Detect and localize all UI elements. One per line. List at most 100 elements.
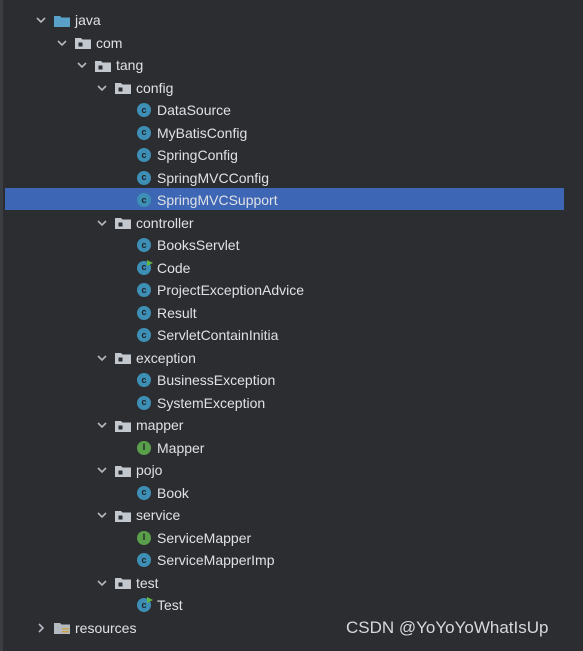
interface-icon: I (137, 440, 151, 455)
icon-glyph: c (141, 487, 147, 497)
class-icon: c (137, 238, 151, 252)
chevron-down-icon[interactable] (95, 576, 109, 590)
package-folder-icon (115, 418, 131, 432)
tree-item-label: resources (75, 619, 137, 636)
tree-item-label: java (75, 12, 101, 28)
icon-glyph: c (141, 329, 147, 340)
interface-icon: I (137, 530, 151, 545)
class-icon: c (137, 395, 151, 410)
tree-row-service[interactable]: service (0, 503, 583, 525)
tree-row-businessexception[interactable]: c BusinessException (0, 368, 583, 390)
chevron-down-icon[interactable] (34, 13, 48, 27)
tree-row-com[interactable]: com (0, 31, 583, 53)
class-icon: c (137, 305, 151, 320)
icon-glyph: I (142, 532, 146, 542)
tree-item-label: pojo (136, 462, 163, 478)
tree-row-book[interactable]: c Book (0, 481, 583, 503)
class-icon: c (137, 193, 151, 207)
tree-row-test[interactable]: test (0, 571, 583, 593)
tree-row-mybatisconfig[interactable]: c MyBatisConfig (0, 121, 583, 143)
tree-row-springmvcsupport[interactable]: c SpringMVCSupport (0, 188, 583, 210)
tree-row-servicemapperimp[interactable]: c ServiceMapperImp (0, 548, 583, 570)
tree-item-label: MyBatisConfig (157, 124, 248, 141)
tree-row-java[interactable]: java (0, 8, 583, 30)
icon-glyph: I (142, 442, 146, 452)
tree-row-booksservlet[interactable]: c BooksServlet (0, 233, 583, 255)
tree-item-label: controller (136, 214, 194, 231)
tree-item-label: ServiceMapperImp (157, 552, 275, 568)
tree-item-label: BooksServlet (157, 237, 240, 253)
icon-glyph: c (141, 149, 147, 160)
icon-glyph: c (141, 307, 147, 317)
icon-glyph: c (141, 374, 147, 385)
icon-glyph: c (141, 104, 147, 115)
package-folder-icon (115, 351, 131, 365)
chevron-down-icon[interactable] (95, 216, 109, 230)
package-folder-icon (115, 576, 131, 590)
class-icon: c (137, 328, 151, 342)
package-folder-icon (115, 216, 131, 230)
package-folder-icon (115, 81, 131, 95)
tree-item-label: BusinessException (157, 372, 276, 388)
tree-row-tang[interactable]: tang (0, 53, 583, 75)
tree-row-controller[interactable]: controller (0, 211, 583, 233)
run-marker-icon (147, 259, 153, 266)
tree-row-springmvcconfig[interactable]: c SpringMVCConfig (0, 166, 583, 188)
tree-item-label: test (136, 574, 159, 591)
package-folder-icon (75, 36, 91, 50)
chevron-down-icon[interactable] (75, 58, 89, 72)
chevron-down-icon[interactable] (95, 508, 109, 522)
tree-item-label: Mapper (157, 439, 205, 456)
class-icon: c (137, 125, 151, 140)
tree-item-label: Result (157, 304, 197, 321)
class-icon: c (137, 485, 151, 500)
package-folder-icon (115, 463, 131, 477)
tree-row-exception[interactable]: exception (0, 346, 583, 368)
tree-row-systemexception[interactable]: c SystemException (0, 391, 583, 413)
chevron-down-icon[interactable] (95, 351, 109, 365)
tree-row-springconfig[interactable]: c SpringConfig (0, 143, 583, 165)
tree-item-label: SpringConfig (157, 147, 238, 163)
tree-item-label: Book (157, 484, 189, 501)
tree-row-mapper[interactable]: mapper (0, 413, 583, 435)
runnable-class-icon: c (137, 259, 153, 275)
chevron-down-icon[interactable] (95, 81, 109, 95)
tree-item-label: SpringMVCSupport (157, 192, 278, 208)
runnable-class-icon: c (137, 596, 153, 612)
tree-item-label: ProjectExceptionAdvice (157, 282, 305, 298)
chevron-down-icon[interactable] (55, 36, 69, 50)
class-icon: c (137, 103, 151, 117)
project-tree-panel: java com tang config c DataSource c MyBatisConf… (0, 0, 583, 651)
chevron-down-icon[interactable] (95, 418, 109, 432)
tree-row-servletcontaininitia[interactable]: c ServletContainInitia (0, 323, 583, 345)
tree-row-code[interactable]: c Code (0, 256, 583, 278)
icon-glyph: c (141, 554, 147, 565)
tree-row-test[interactable]: c Test (0, 593, 583, 615)
tree-row-datasource[interactable]: c DataSource (0, 98, 583, 120)
tree-row-pojo[interactable]: pojo (0, 458, 583, 480)
icon-glyph: c (141, 284, 147, 295)
tree-row-mapper[interactable]: I Mapper (0, 436, 583, 458)
icon-glyph: c (141, 262, 147, 272)
package-folder-icon (95, 58, 111, 72)
selection-highlight (5, 188, 564, 210)
tree-row-projectexceptionadvice[interactable]: c ProjectExceptionAdvice (0, 278, 583, 300)
run-marker-icon (147, 596, 153, 603)
class-icon: c (137, 283, 151, 297)
tree-item-label: SpringMVCConfig (157, 169, 270, 186)
tree-row-servicemapper[interactable]: I ServiceMapper (0, 526, 583, 548)
tree-row-result[interactable]: c Result (0, 301, 583, 323)
tree-item-label: Test (157, 597, 183, 613)
package-folder-icon (115, 508, 131, 522)
tree-item-label: SystemException (157, 394, 266, 411)
icon-glyph: c (141, 194, 147, 205)
icon-glyph: c (141, 397, 147, 407)
icon-glyph: c (141, 172, 147, 182)
chevron-right-icon[interactable] (34, 621, 48, 635)
tree-item-label: com (96, 34, 123, 51)
resources-root-folder-icon (54, 621, 70, 635)
source-root-folder-icon (54, 13, 70, 27)
chevron-down-icon[interactable] (95, 463, 109, 477)
tree-row-config[interactable]: config (0, 76, 583, 98)
tree-item-label: Code (157, 259, 191, 276)
